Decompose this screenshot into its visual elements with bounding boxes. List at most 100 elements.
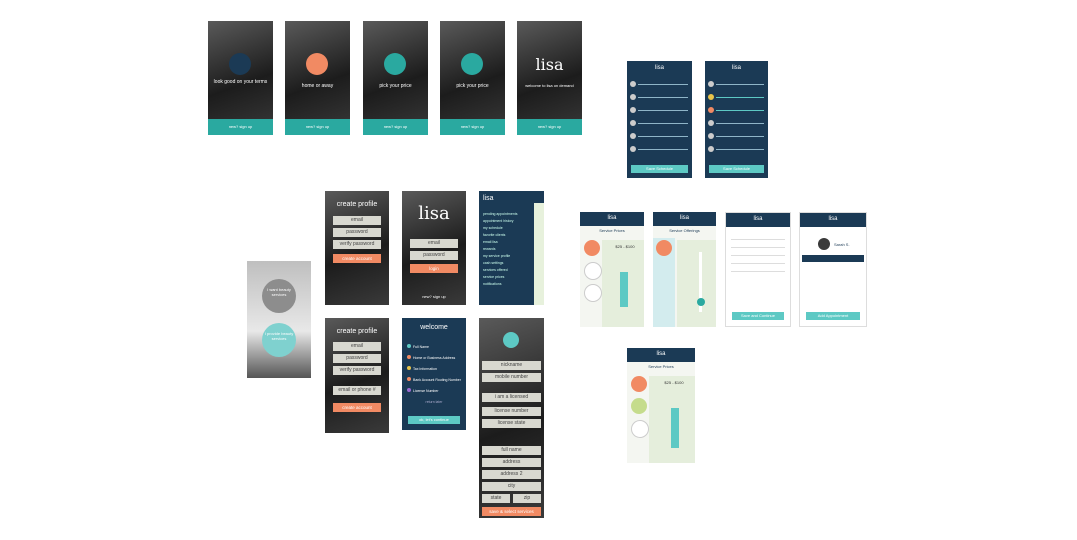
login-button[interactable]: login — [410, 264, 458, 273]
signup-link[interactable]: new? sign up — [402, 294, 466, 299]
profile-name: Sarah S. — [834, 242, 850, 247]
lisa-logo: lisa — [656, 351, 666, 357]
licensed-field[interactable]: i am a licensed — [482, 393, 541, 402]
menu-item[interactable]: notifications — [483, 281, 517, 288]
onboarding-title: home or away — [301, 83, 334, 89]
signup-bar[interactable]: new? sign up — [363, 119, 428, 135]
nickname-field[interactable]: nickname — [482, 361, 541, 370]
onboarding-screen-1: look good on your terms new? sign up — [208, 21, 273, 135]
lisa-logo: lisa — [654, 65, 664, 71]
menu-screen: lisa pending appointments appointment hi… — [479, 191, 544, 305]
add-appointment-button[interactable]: Add Appointment — [806, 312, 860, 320]
save-continue-button[interactable]: Save and Continue — [732, 312, 784, 320]
menu-item[interactable]: cash settings — [483, 260, 517, 267]
profile-screen: lisa Sarah S. Add Appointment — [799, 212, 867, 327]
onboarding-screen-5: lisa welcome to lisa on demand new? sign… — [517, 21, 582, 135]
brush-icon — [229, 53, 251, 75]
want-services-option[interactable]: I want beauty services — [262, 279, 296, 313]
menu-item[interactable]: service prices — [483, 274, 517, 281]
lisa-logo: lisa — [418, 203, 450, 224]
menu-item[interactable]: pending appointments — [483, 211, 517, 218]
lisa-logo: lisa — [679, 215, 689, 221]
city-field[interactable]: city — [482, 482, 541, 491]
screen-title: Service Prices — [599, 228, 625, 233]
password-field[interactable]: password — [333, 228, 381, 237]
zip-field[interactable]: zip — [513, 494, 541, 503]
verify-password-field[interactable]: verify password — [333, 366, 381, 375]
page-title: create profile — [336, 328, 378, 335]
service-prices-screen: lisa Service Prices $25 - $100 — [580, 212, 644, 327]
page-title: welcome — [420, 324, 448, 331]
schedule-screen-1: lisa Save Schedule — [627, 61, 692, 178]
create-account-button[interactable]: create account — [333, 254, 381, 263]
screen-title: Service Prices — [648, 364, 674, 369]
save-schedule-button[interactable]: Save Schedule — [709, 165, 764, 173]
service-prices-screen-2: lisa Service Prices $25 - $100 — [627, 348, 695, 463]
onboarding-title: look good on your terms — [213, 79, 268, 85]
state-field[interactable]: state — [482, 494, 510, 503]
mobile-field[interactable]: mobile number — [482, 373, 541, 382]
service-offerings-screen: lisa Service Offerings — [653, 212, 716, 327]
list-item: License Number — [407, 386, 461, 397]
signup-bar[interactable]: new? sign up — [285, 119, 350, 135]
email-field[interactable]: email — [410, 239, 458, 248]
address-field[interactable]: address — [482, 458, 541, 467]
onboarding-screen-2: home or away new? sign up — [285, 21, 350, 135]
lisa-logo: lisa — [535, 55, 564, 74]
save-services-button[interactable]: save & select services — [482, 507, 541, 516]
onboarding-title: pick your price — [379, 83, 412, 89]
signup-bar[interactable]: new? sign up — [517, 119, 582, 135]
continue-button[interactable]: ok, let's continue — [408, 416, 460, 424]
welcome-screen: welcome Full Name Home or Business Addre… — [402, 318, 466, 430]
lisa-logo: lisa — [607, 215, 617, 221]
wallet-icon — [384, 53, 406, 75]
email-field[interactable]: email — [333, 342, 381, 351]
list-item: Home or Business Address — [407, 353, 461, 364]
full-name-field[interactable]: full name — [482, 446, 541, 455]
menu-item[interactable]: rewards — [483, 246, 517, 253]
welcome-list: Full Name Home or Business Address Tax I… — [407, 342, 461, 397]
menu-item[interactable]: services offered — [483, 267, 517, 274]
onboarding-screen-4: pick your price new? sign up — [440, 21, 505, 135]
signup-bar[interactable]: new? sign up — [440, 119, 505, 135]
list-item: Bank Account Routing Number — [407, 375, 461, 386]
wallet-icon — [461, 53, 483, 75]
verify-password-field[interactable]: verify password — [333, 240, 381, 249]
onboarding-title: pick your price — [456, 83, 489, 89]
page-title: create profile — [336, 201, 378, 208]
onboarding-title: welcome to lisa on demand — [525, 83, 574, 88]
menu-item[interactable]: favorite clients — [483, 232, 517, 239]
menu-item[interactable]: my service profile — [483, 253, 517, 260]
person-icon — [306, 53, 328, 75]
phone-field[interactable]: email or phone # — [333, 386, 381, 395]
email-field[interactable]: email — [333, 216, 381, 225]
license-number-field[interactable]: license number — [482, 407, 541, 416]
onboarding-screen-3: pick your price new? sign up — [363, 21, 428, 135]
price-range: $25 - $100 — [664, 380, 684, 385]
lisa-logo: lisa — [731, 65, 741, 71]
schedule-screen-2: lisa Save Schedule — [705, 61, 768, 178]
choice-screen: I want beauty services I provide beauty … — [247, 261, 311, 378]
create-account-button[interactable]: create account — [333, 403, 381, 412]
license-state-field[interactable]: license state — [482, 419, 541, 428]
return-later-link[interactable]: return later — [402, 400, 466, 404]
menu-item[interactable]: my schedule — [483, 225, 517, 232]
avatar — [818, 238, 830, 250]
login-screen: lisa email password login new? sign up — [402, 191, 466, 305]
password-field[interactable]: password — [333, 354, 381, 363]
password-field[interactable]: password — [410, 251, 458, 260]
lisa-logo: lisa — [483, 195, 494, 202]
signup-form-screen: nickname mobile number i am a licensed l… — [479, 318, 544, 518]
menu-item[interactable]: appointment history — [483, 218, 517, 225]
menu-item[interactable]: email lisa — [483, 239, 517, 246]
lisa-logo: lisa — [753, 216, 763, 222]
lisa-logo: lisa — [828, 216, 838, 222]
menu-list: pending appointments appointment history… — [483, 211, 517, 288]
create-profile-screen: create profile email password verify pas… — [325, 191, 389, 305]
signup-bar[interactable]: new? sign up — [208, 119, 273, 135]
screen-title: Service Offerings — [669, 228, 700, 233]
address2-field[interactable]: address 2 — [482, 470, 541, 479]
save-schedule-button[interactable]: Save Schedule — [631, 165, 688, 173]
create-profile-screen-2: create profile email password verify pas… — [325, 318, 389, 433]
provide-services-option[interactable]: I provide beauty services — [262, 323, 296, 357]
